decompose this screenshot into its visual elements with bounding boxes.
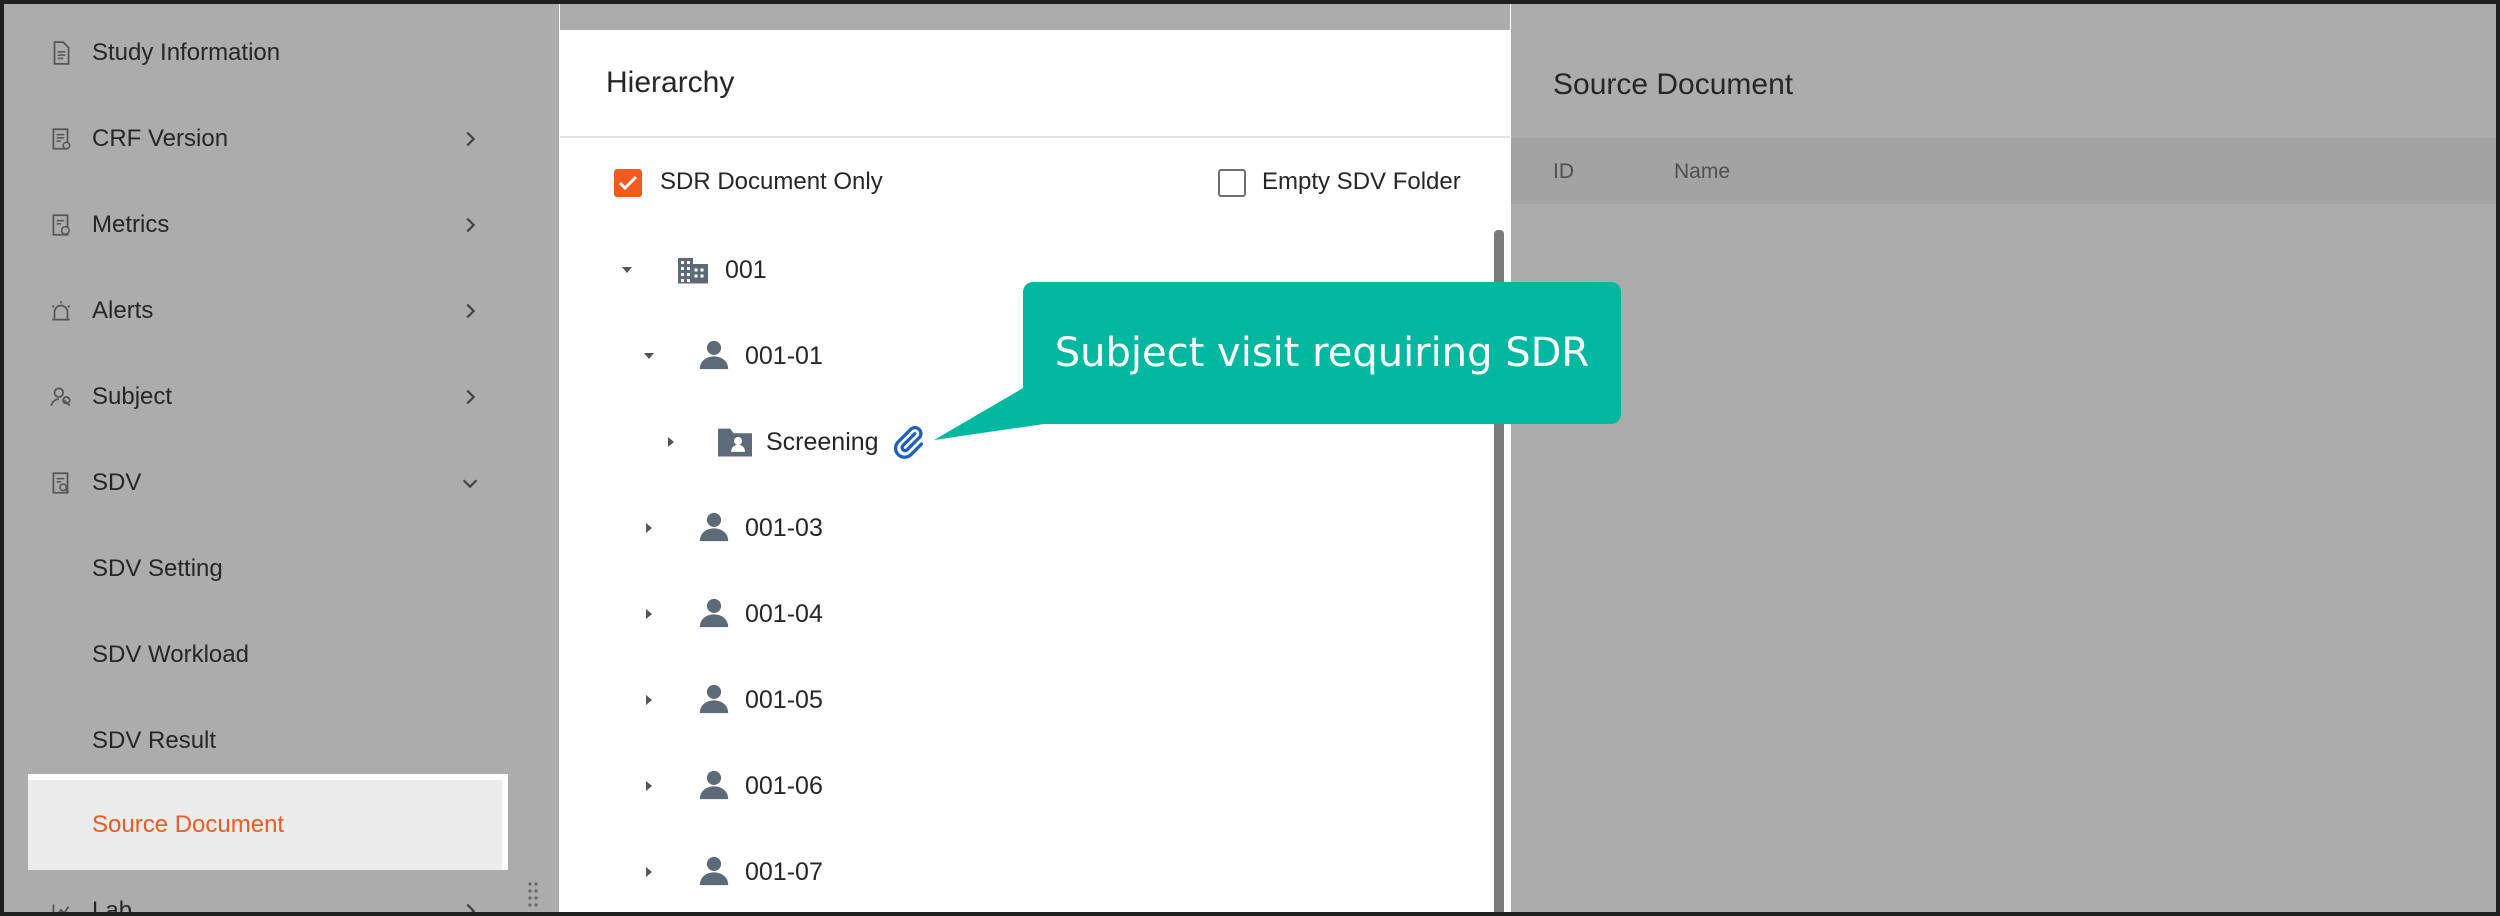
tree-node-label: 001 (725, 256, 767, 284)
caret-right-icon (646, 781, 652, 791)
paperclip-icon[interactable] (890, 424, 926, 460)
column-header-name[interactable]: Name (1674, 160, 1730, 184)
caret-right-icon (668, 437, 674, 447)
sdr-document-only-checkbox[interactable] (614, 169, 642, 197)
app-window: Study Information CRF Version Metrics Al… (0, 0, 2500, 916)
caret-right-icon (646, 523, 652, 533)
column-header-id[interactable]: ID (1553, 160, 1574, 184)
chevron-right-icon (466, 903, 476, 912)
sidebar-item-source-document[interactable]: Source Document (4, 782, 524, 868)
tree-node-label: 001-03 (745, 514, 823, 542)
tree-node-subject[interactable]: 001-05 (560, 676, 1460, 724)
sidebar-item-label: Alerts (92, 297, 154, 324)
sidebar-item-sdv-result[interactable]: SDV Result (4, 698, 524, 784)
tree-node-label: Screening (766, 428, 879, 456)
person-icon (699, 770, 729, 800)
tree-node-subject[interactable]: 001-06 (560, 762, 1460, 810)
alarm-icon (51, 301, 71, 321)
sidebar-item-label: Metrics (92, 211, 170, 238)
chevron-right-icon (466, 217, 476, 233)
hierarchy-title: Hierarchy (606, 66, 735, 99)
caret-right-icon (646, 867, 652, 877)
sidebar-item-sdv[interactable]: SDV (4, 440, 524, 526)
caret-right-icon (646, 695, 652, 705)
tree-node-label: 001-06 (745, 772, 823, 800)
chevron-right-icon (466, 303, 476, 319)
document-icon (53, 41, 70, 65)
sidebar-item-crf-version[interactable]: CRF Version (4, 96, 524, 182)
crf-icon (52, 128, 71, 150)
overlay-top-strip (560, 4, 1510, 30)
chevron-right-icon (466, 389, 476, 405)
sidebar-item-label: SDV Workload (92, 641, 249, 668)
sidebar-item-label: Lab (92, 897, 133, 916)
person-icon (699, 598, 729, 628)
person-icon (699, 684, 729, 714)
resize-handle-icon[interactable] (526, 880, 540, 912)
sidebar-item-lab[interactable]: Lab (4, 868, 524, 916)
tree-node-subject[interactable]: 001-04 (560, 590, 1460, 638)
table-header: ID Name (1511, 138, 2496, 204)
chevron-down-icon (462, 479, 478, 489)
sidebar-item-label: Subject (92, 383, 173, 410)
person-icon (699, 512, 729, 542)
sdr-document-only-label: SDR Document Only (660, 168, 883, 195)
sidebar-item-label: SDV Result (92, 727, 217, 754)
chevron-right-icon (466, 131, 476, 147)
tree-node-subject[interactable]: 001-03 (560, 504, 1460, 552)
person-icon (699, 340, 729, 370)
sidebar-item-alerts[interactable]: Alerts (4, 268, 524, 354)
sidebar-item-metrics[interactable]: Metrics (4, 182, 524, 268)
source-document-title: Source Document (1553, 68, 1794, 101)
sdv-icon (52, 472, 70, 494)
empty-sdv-folder-label: Empty SDV Folder (1262, 168, 1461, 195)
sidebar-item-label: SDV Setting (92, 555, 223, 582)
sidebar: Study Information CRF Version Metrics Al… (4, 4, 559, 912)
metrics-icon (52, 214, 70, 236)
checkmark-icon (618, 175, 638, 191)
tree-node-subject[interactable]: 001-07 (560, 848, 1460, 896)
sidebar-item-label: CRF Version (92, 125, 229, 152)
sidebar-item-subject[interactable]: Subject (4, 354, 524, 440)
callout-bubble: Subject visit requiring SDR (1023, 282, 1621, 424)
folder-shared-icon (718, 428, 752, 457)
lab-icon (52, 904, 70, 912)
divider (560, 136, 1510, 138)
sidebar-item-label: Source Document (92, 811, 285, 838)
source-document-panel: Source Document ID Name (1511, 4, 2496, 912)
sidebar-item-label: Study Information (92, 39, 281, 66)
sidebar-item-sdv-setting[interactable]: SDV Setting (4, 526, 524, 612)
caret-down-icon (644, 353, 654, 359)
building-icon (678, 258, 708, 284)
callout-text: Subject visit requiring SDR (1054, 330, 1590, 376)
tree-node-label: 001-07 (745, 858, 823, 886)
tree-node-label: 001-01 (745, 342, 823, 370)
caret-right-icon (646, 609, 652, 619)
person-icon (699, 856, 729, 886)
tree-node-label: 001-04 (745, 600, 823, 628)
sidebar-item-sdv-workload[interactable]: SDV Workload (4, 612, 524, 698)
tree-node-label: 001-05 (745, 686, 823, 714)
empty-sdv-folder-checkbox[interactable] (1218, 169, 1246, 197)
sidebar-item-study-information[interactable]: Study Information (4, 10, 524, 96)
caret-down-icon (622, 267, 632, 273)
subject-icon (50, 387, 71, 407)
sidebar-item-label: SDV (92, 469, 142, 496)
